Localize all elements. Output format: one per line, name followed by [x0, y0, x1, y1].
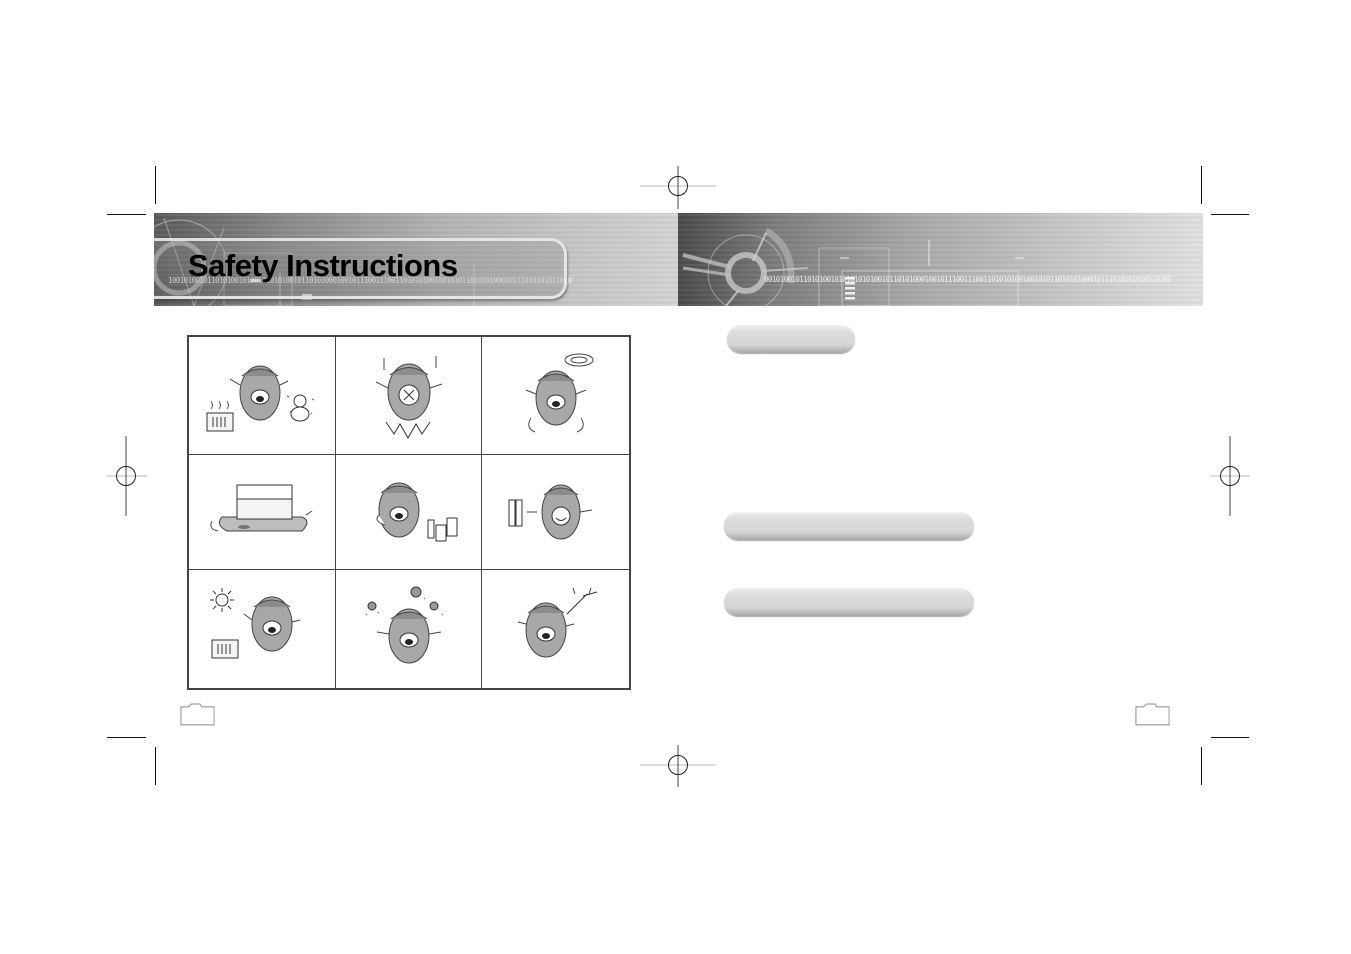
- safety-illustration-grid: [187, 335, 631, 690]
- mascot-chemicals-icon: [376, 482, 457, 541]
- section-pill-1: [727, 325, 855, 353]
- illustration-impact-warning: [336, 337, 482, 455]
- section-pill-3: [724, 588, 974, 616]
- page-title: Safety Instructions: [188, 248, 458, 283]
- illustration-sunlight-heat-warning: [189, 570, 336, 688]
- illustration-disassembly-warning: [482, 570, 629, 688]
- player-under-books-icon: [210, 484, 313, 532]
- mascot-sun-heater-icon: [210, 588, 301, 659]
- crop-mark-top-left-h: [107, 214, 146, 215]
- crop-mark-top-left-v: [155, 166, 156, 204]
- registration-mark-right: [1210, 436, 1250, 516]
- illustration-heat-cold-warning: [189, 337, 336, 455]
- page-number-tab-left: [180, 703, 215, 726]
- mascot-dust-icon: [365, 586, 443, 664]
- registration-mark-bottom: [640, 745, 716, 787]
- section-pill-2: [724, 512, 974, 540]
- registration-mark-top: [640, 166, 716, 209]
- illustration-battery-warning: [482, 455, 629, 570]
- mascot-dizzy-icon: [525, 353, 593, 433]
- illustration-dust-warning: [336, 570, 482, 688]
- crop-mark-top-right-v: [1201, 166, 1202, 204]
- page-number-tab-right: [1135, 703, 1170, 726]
- crop-mark-bottom-left-v: [155, 747, 156, 785]
- crop-mark-bottom-right-h: [1211, 737, 1249, 738]
- mascot-heater-snowman-icon: [206, 365, 315, 431]
- illustration-dizzy-drop-warning: [482, 337, 629, 455]
- crop-mark-top-right-h: [1211, 214, 1249, 215]
- mascot-screwdriver-icon: [517, 587, 597, 658]
- mascot-shock-icon: [375, 356, 442, 440]
- crop-mark-bottom-right-v: [1201, 747, 1202, 785]
- mascot-batteries-icon: [508, 484, 592, 540]
- tech-circle-decoration-right: [682, 227, 1024, 306]
- registration-mark-left: [107, 436, 147, 516]
- illustration-heavy-objects-warning: [189, 455, 336, 570]
- binary-strip-right: 0010100101101010010101010101001011010100…: [764, 275, 1172, 284]
- illustration-chemicals-warning: [336, 455, 482, 570]
- crop-mark-bottom-left-h: [107, 737, 146, 738]
- header-banner-right: 0010100101101010010101010101001011010100…: [678, 213, 1203, 306]
